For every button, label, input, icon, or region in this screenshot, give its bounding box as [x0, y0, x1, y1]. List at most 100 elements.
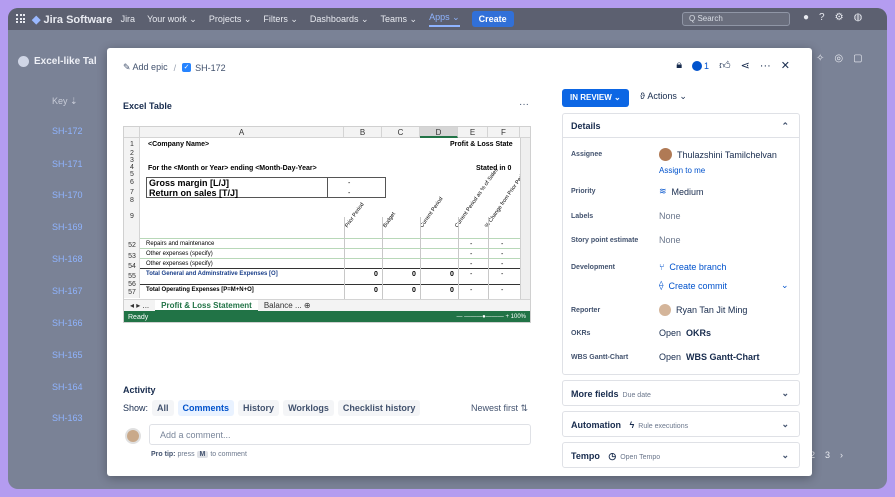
row-number: 5: [130, 171, 134, 178]
comment-input[interactable]: Add a comment...: [149, 424, 531, 445]
chevron-down-icon[interactable]: ⌄: [781, 419, 789, 430]
background-row: SH-168: [52, 254, 83, 264]
diag-header: Prior Period: [344, 201, 366, 229]
nav-filters[interactable]: Filters ⌄: [263, 14, 298, 25]
chevron-down-icon[interactable]: ⌄: [781, 450, 789, 461]
create-button[interactable]: Create: [471, 11, 514, 27]
breadcrumb-separator: /: [173, 62, 177, 73]
avatar: [125, 428, 141, 444]
filter-checklist-history[interactable]: Checklist history: [337, 400, 421, 416]
background-row: SH-171: [52, 159, 83, 169]
watch-button[interactable]: 1: [692, 60, 709, 71]
chevron-up-icon[interactable]: ⌃: [781, 121, 789, 132]
jira-logo[interactable]: ◆ Jira Software: [32, 13, 113, 26]
attachment-more-icon[interactable]: ···: [519, 99, 529, 110]
release-icon: ✧: [816, 53, 825, 64]
excel-embed[interactable]: A B C D E F 1 2 3 4 5 6 7 8 9 52 53 54 5…: [123, 126, 531, 323]
background-row: SH-170: [52, 190, 83, 200]
nav-your-work[interactable]: Your work ⌄: [147, 14, 197, 25]
settings-icon[interactable]: ⚙: [835, 12, 844, 23]
col-header: B: [344, 127, 382, 138]
row-value: -: [470, 287, 473, 294]
reporter-value[interactable]: Ryan Tan Jit Ming: [659, 304, 747, 316]
background-row: SH-172: [52, 126, 83, 136]
row-label: Total General and Adminstrative Expenses…: [146, 271, 278, 277]
grid-line: [382, 217, 383, 299]
automation-section[interactable]: Automation ϟ Rule executions ⌄: [562, 411, 800, 437]
column-headers: A B C D E F: [124, 127, 530, 138]
sheet-tab-profit-loss[interactable]: Profit & Loss Statement: [155, 299, 258, 312]
nav-apps[interactable]: Apps ⌄: [429, 12, 460, 27]
pro-tip-press: press: [177, 451, 195, 458]
field-label: Reporter: [571, 307, 601, 314]
nav-dashboards[interactable]: Dashboards ⌄: [310, 14, 369, 25]
field-label: WBS Gantt-Chart: [571, 354, 629, 361]
chevron-down-icon[interactable]: ⌄: [781, 388, 789, 399]
add-epic-link[interactable]: ✎ Add epic: [123, 62, 168, 73]
notifications-icon[interactable]: ●: [803, 12, 809, 23]
row-value: 0: [412, 271, 416, 278]
row-label: Other expenses (specify): [146, 261, 213, 267]
filter-all[interactable]: All: [152, 400, 174, 416]
zoom-slider[interactable]: — ———●——— + 100%: [457, 311, 526, 322]
field-label: OKRs: [571, 330, 591, 337]
like-icon[interactable]: 👍︎: [719, 59, 731, 72]
sheet-tab-balance[interactable]: Balance ... ⊕: [264, 301, 311, 310]
okrs-prefix: Open: [659, 328, 682, 338]
details-title: Details: [571, 121, 601, 131]
issue-key[interactable]: SH-172: [195, 63, 226, 73]
profile-avatar[interactable]: ◍: [854, 12, 863, 23]
priority-value[interactable]: ≋ Medium: [659, 186, 704, 197]
wbs-gantt-link[interactable]: Open WBS Gantt-Chart: [659, 352, 760, 362]
details-header[interactable]: Details ⌃: [563, 114, 799, 138]
labels-value[interactable]: None: [659, 211, 681, 221]
share-icon[interactable]: ⋖: [741, 59, 750, 72]
more-icon[interactable]: ···: [760, 60, 771, 72]
help-icon[interactable]: ?: [819, 12, 825, 23]
lock-icon[interactable]: 🔒︎: [676, 59, 682, 72]
nav-jira[interactable]: Jira: [121, 14, 136, 24]
field-label: Assignee: [571, 151, 603, 158]
chevron-down-icon[interactable]: ⌄: [781, 280, 789, 291]
issue-modal: ✎ Add epic / ✓ SH-172 🔒︎ 1 👍︎ ⋖ ··· ✕ Ex…: [107, 48, 812, 476]
row-value: -: [501, 287, 504, 294]
assignee-name: Thulazshini Tamilchelvan: [677, 149, 777, 160]
col-header: C: [382, 127, 420, 138]
modal-actions: 🔒︎ 1 👍︎ ⋖ ··· ✕: [676, 59, 790, 72]
search-input[interactable]: Q Search: [682, 12, 790, 26]
more-fields-section[interactable]: More fields Due date ⌄: [562, 380, 800, 406]
field-label: Development: [571, 264, 615, 271]
row-value: -: [470, 251, 473, 258]
status-dropdown[interactable]: IN REVIEW ⌄: [562, 89, 629, 107]
return-on-sales-cell: Return on sales [T/J]: [149, 188, 239, 198]
close-icon[interactable]: ✕: [781, 59, 790, 72]
activity-filters: Show: All Comments History Worklogs Chec…: [123, 400, 421, 416]
sheet-nav[interactable]: ◂ ▸ ...: [130, 301, 149, 310]
ratio-divider: [327, 177, 328, 198]
assign-to-me-link[interactable]: Assign to me: [659, 166, 705, 175]
nav-projects[interactable]: Projects ⌄: [209, 14, 252, 25]
create-commit-link[interactable]: ⟠ Create commit: [659, 280, 727, 291]
filter-history[interactable]: History: [238, 400, 280, 416]
details-panel: Details ⌃ Assignee Thulazshini Tamilchel…: [562, 113, 800, 375]
tempo-section[interactable]: Tempo ◷ Open Tempo ⌄: [562, 442, 800, 468]
automation-sub: Rule executions: [638, 423, 689, 430]
create-branch-link[interactable]: ⑂ Create branch: [659, 262, 726, 272]
assignee-value[interactable]: Thulazshini Tamilchelvan: [659, 148, 777, 161]
nav-teams[interactable]: Teams ⌄: [381, 14, 418, 25]
sort-order-button[interactable]: Newest first ⇅: [471, 403, 528, 414]
row-value: -: [501, 251, 504, 258]
actions-dropdown[interactable]: ϑ Actions ⌄: [640, 91, 687, 102]
row-value: -: [501, 261, 504, 268]
filter-worklogs[interactable]: Worklogs: [283, 400, 334, 416]
row-number: 4: [130, 164, 134, 171]
filter-comments[interactable]: Comments: [177, 400, 235, 416]
vertical-scrollbar[interactable]: [520, 138, 530, 299]
story-points-value[interactable]: None: [659, 235, 681, 245]
row-value: 0: [374, 271, 378, 278]
okrs-link[interactable]: Open OKRs: [659, 328, 711, 338]
grid-line: [488, 217, 489, 299]
activity-heading: Activity: [123, 385, 156, 395]
row-number: 57: [128, 289, 136, 296]
app-switcher-icon[interactable]: [16, 14, 26, 24]
